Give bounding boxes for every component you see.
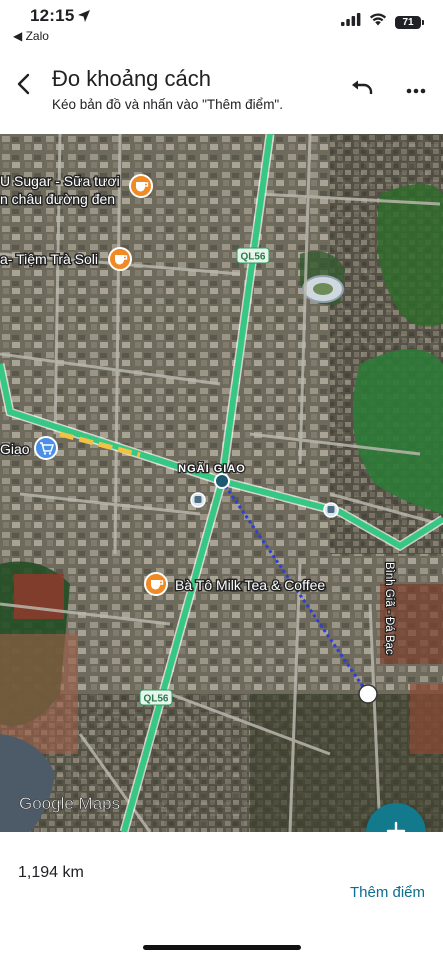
road-shield: QL56 — [236, 247, 270, 264]
cellular-signal-icon — [341, 13, 361, 31]
poi-name: a- Tiệm Trà Soli — [0, 251, 98, 267]
google-maps-logo: Google Maps — [19, 794, 120, 813]
satellite-map[interactable]: QL56 QL56 NGÃI GIAO Bình Giã - Đá Bạc U … — [0, 134, 443, 832]
back-to-app-link[interactable]: ◀ Zalo — [13, 29, 49, 43]
page-subtitle: Kéo bản đồ và nhấn vào "Thêm điểm". — [52, 97, 283, 112]
back-button[interactable] — [6, 68, 42, 104]
status-time: 12:15 — [30, 6, 75, 25]
page-title: Đo khoảng cách — [52, 66, 211, 91]
poi-name-line2: n châu đường đen — [0, 191, 115, 207]
bottom-panel: 1,194 km Thêm điểm — [0, 832, 443, 960]
more-horizontal-icon — [406, 81, 426, 99]
poi-name: Giao — [0, 441, 30, 457]
street-label: Bình Giã - Đá Bạc — [383, 562, 395, 655]
home-indicator[interactable] — [143, 945, 301, 950]
battery-indicator: 71 — [395, 15, 424, 29]
undo-icon — [350, 80, 374, 101]
undo-button[interactable] — [344, 72, 380, 108]
poi-marker[interactable] — [129, 174, 153, 198]
app-header: Đo khoảng cách Kéo bản đồ và nhấn vào "T… — [0, 46, 443, 134]
road-shield-label: QL56 — [240, 252, 265, 263]
status-icons: 71 — [341, 13, 424, 31]
status-bar: 12:15 ◀ Zalo 71 — [0, 0, 443, 46]
poi-marker[interactable] — [144, 572, 168, 596]
measure-start-point[interactable] — [214, 473, 230, 489]
poi-name: Bà Tô Milk Tea & Coffee — [175, 577, 325, 593]
add-point-button[interactable]: Thêm điểm — [350, 884, 425, 901]
poi-marker[interactable] — [108, 247, 132, 271]
more-options-button[interactable] — [398, 72, 434, 108]
wifi-icon — [369, 13, 387, 31]
road-shield: QL56 — [139, 689, 173, 706]
location-arrow-icon — [77, 9, 91, 28]
arrow-back-icon — [15, 73, 33, 100]
measure-end-point[interactable] — [358, 684, 378, 704]
bus-stop-icon[interactable] — [323, 502, 339, 518]
road-shield-label: QL56 — [143, 694, 168, 705]
total-distance: 1,194 km — [18, 864, 84, 881]
bus-stop-icon[interactable] — [190, 492, 206, 508]
poi-marker[interactable] — [34, 436, 58, 460]
poi-name-line1: U Sugar - Sữa tươi — [0, 173, 120, 189]
town-label: NGÃI GIAO — [178, 462, 246, 475]
